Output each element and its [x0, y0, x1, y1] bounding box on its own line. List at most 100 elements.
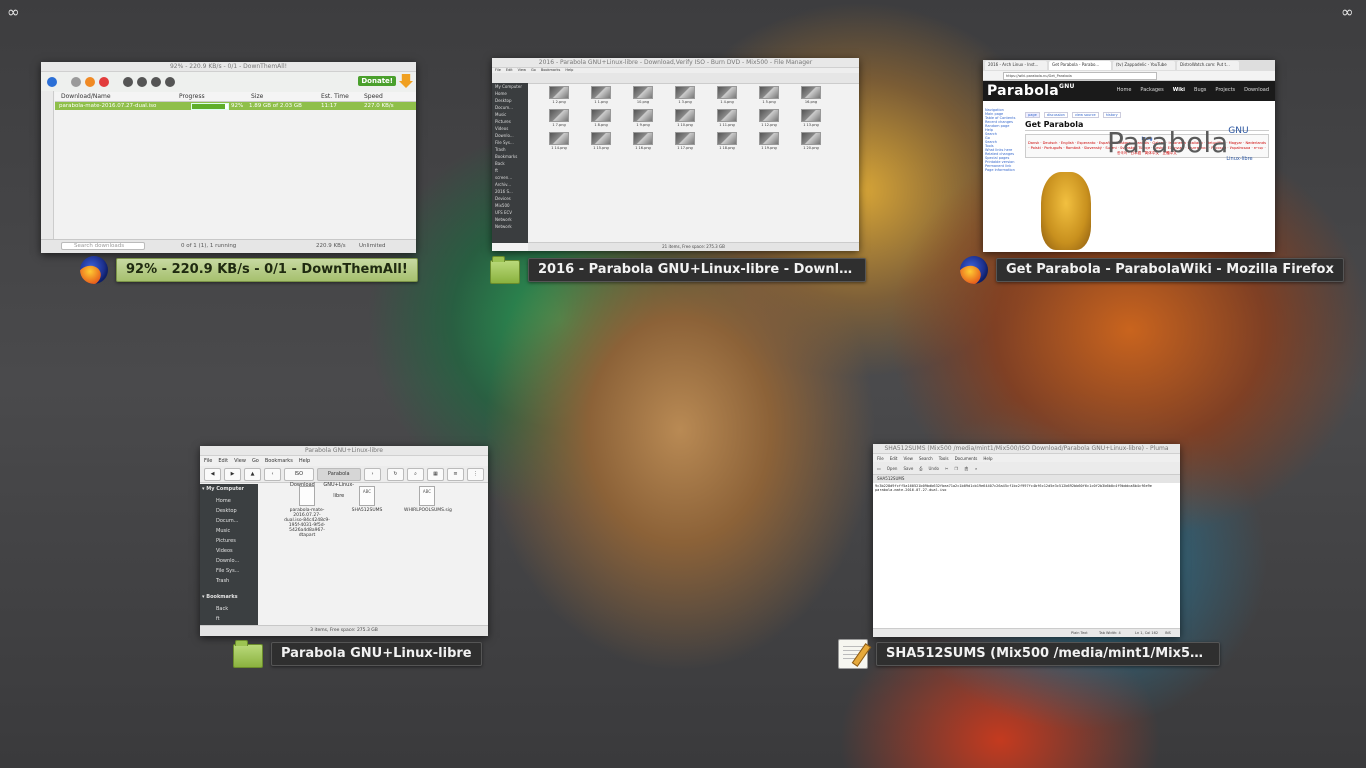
menu-item[interactable]: Edit	[890, 456, 898, 461]
sidebar-item[interactable]: Home	[208, 496, 250, 506]
browser-tab[interactable]: (tv) Zappadelic - YouTube	[1113, 61, 1175, 70]
file-item[interactable]: 1 13.png	[790, 109, 832, 127]
add-download-icon[interactable]	[47, 77, 57, 87]
menu-item[interactable]: Search	[919, 456, 933, 461]
sidebar-item[interactable]: Archiv...	[492, 181, 528, 188]
browser-tab-active[interactable]: Get Parabola - Parabo...	[1049, 61, 1111, 70]
file-item[interactable]: 1 8.png	[580, 109, 622, 127]
path-next-button[interactable]: ›	[364, 467, 381, 481]
menu-help[interactable]: Help	[299, 458, 310, 464]
menu-bookmarks[interactable]: Bookmarks	[265, 458, 293, 464]
file-item[interactable]: 1 10.png	[664, 109, 706, 127]
column-header-size[interactable]: Size	[251, 93, 263, 100]
resume-icon[interactable]	[71, 77, 81, 87]
menu-help[interactable]: Help	[565, 68, 573, 73]
paste-icon[interactable]: 📋︎	[964, 466, 969, 471]
move-top-icon[interactable]	[123, 77, 133, 87]
new-file-icon[interactable]: ▭	[877, 466, 881, 471]
sidebar-item[interactable]: Network	[492, 216, 528, 223]
window-caption-pluma[interactable]: SHA512SUMS (Mix500 /media/mint1/Mix500/I…	[838, 639, 1220, 669]
open-button[interactable]: Open	[887, 466, 898, 471]
reload-button[interactable]: ↻	[387, 467, 404, 481]
parabola-logo[interactable]: ParabolaGNU	[987, 83, 1075, 99]
pause-icon[interactable]	[85, 77, 95, 87]
find-icon[interactable]: ⌕	[975, 466, 977, 471]
undo-button[interactable]: Undo	[929, 466, 939, 471]
sidebar-item[interactable]: Videos	[492, 125, 528, 132]
menu-view[interactable]: View	[234, 458, 246, 464]
menu-item[interactable]: View	[903, 456, 913, 461]
file-item[interactable]: 1 19.png	[748, 132, 790, 150]
copy-icon[interactable]: ❐	[954, 466, 958, 471]
file-item[interactable]: ABC SHA512SUMS	[344, 486, 390, 538]
window-thumb-parabola-wiki[interactable]: 2016 - Arch Linux - Inst... Get Parabola…	[983, 60, 1275, 252]
path-prev-button[interactable]: ‹	[264, 467, 281, 481]
tab-width-selector[interactable]: Tab Width: 4	[1099, 631, 1121, 635]
window-thumb-downthemall[interactable]: 92% - 220.9 KB/s - 0/1 - DownThemAll! Do…	[41, 62, 416, 253]
sidebar-item[interactable]: Network	[492, 223, 528, 230]
sidebar-item[interactable]: Back	[492, 160, 528, 167]
sidebar-item[interactable]: Desktop	[208, 506, 250, 516]
sidebar-item[interactable]: ft	[492, 167, 528, 174]
sidebar-item[interactable]: 2016 S...	[492, 188, 528, 195]
window-thumb-pluma[interactable]: SHA512SUMS (Mix500 /media/mint1/Mix500/I…	[873, 444, 1180, 637]
sidebar-item[interactable]: Videos	[208, 546, 250, 556]
save-button[interactable]: Save	[903, 466, 913, 471]
path-button-iso-download[interactable]: ISO Download	[284, 467, 315, 488]
cancel-icon[interactable]	[99, 77, 109, 87]
menu-item[interactable]: File	[877, 456, 884, 461]
file-item[interactable]: 16.png	[790, 86, 832, 104]
file-item[interactable]: 1 7.png	[538, 109, 580, 127]
sidebar-link[interactable]: Page information	[985, 168, 1021, 172]
download-row[interactable]: parabola-mate-2016.07.27-dual.iso 92% 1.…	[55, 102, 416, 110]
sidebar-item[interactable]: Desktop	[492, 97, 528, 104]
status-limit[interactable]: Unlimited	[359, 243, 386, 249]
file-item[interactable]: 1 1.png	[580, 86, 622, 104]
sidebar-item[interactable]: File Sys...	[492, 139, 528, 146]
nav-projects[interactable]: Projects	[1215, 87, 1235, 93]
sidebar-item[interactable]: Mix500	[492, 202, 528, 209]
nav-wiki[interactable]: Wiki	[1173, 87, 1185, 93]
sidebar-item[interactable]: Devices	[492, 195, 528, 202]
sidebar-item[interactable]: Downlo...	[492, 132, 528, 139]
column-header-progress[interactable]: Progress	[179, 93, 205, 100]
file-item[interactable]: parabola-mate-2016.07.27-dual.iso-84c424…	[284, 486, 330, 538]
browser-tab[interactable]: DistroWatch.com: Put t...	[1177, 61, 1239, 70]
list-view-button[interactable]: ≡	[447, 467, 464, 481]
menu-go[interactable]: Go	[252, 458, 259, 464]
sidebar-item[interactable]: Docum...	[208, 516, 250, 526]
window-thumb-file-manager-2016[interactable]: 2016 - Parabola GNU+Linux-libre - Downlo…	[492, 58, 859, 251]
search-downloads-input[interactable]: Search downloads	[61, 242, 145, 250]
file-item[interactable]: 1 11.png	[706, 109, 748, 127]
file-item[interactable]: 1 16.png	[622, 132, 664, 150]
language-selector[interactable]: Plain Text	[1071, 631, 1088, 635]
top-left-hot-corner-icon[interactable]: ∞	[7, 5, 29, 20]
move-up-icon[interactable]	[137, 77, 147, 87]
menu-item[interactable]: Documents	[955, 456, 978, 461]
bookmark-item[interactable]: ft	[208, 614, 250, 624]
menu-item[interactable]: Help	[983, 456, 992, 461]
browser-tab[interactable]: 2016 - Arch Linux - Inst...	[985, 61, 1047, 70]
sidebar-item[interactable]: File Sys...	[208, 566, 250, 576]
nav-packages[interactable]: Packages	[1140, 87, 1163, 93]
nav-download[interactable]: Download	[1244, 87, 1269, 93]
move-down-icon[interactable]	[151, 77, 161, 87]
menu-edit[interactable]: Edit	[506, 68, 513, 73]
column-header-est-time[interactable]: Est. Time	[321, 93, 349, 100]
path-button-parabola[interactable]: Parabola GNU+Linux-libre	[316, 467, 361, 499]
window-caption-downthemall[interactable]: 92% - 220.9 KB/s - 0/1 - DownThemAll!	[80, 256, 418, 284]
file-item[interactable]: 1 9.png	[622, 109, 664, 127]
document-tab[interactable]: SHA512SUMS	[873, 475, 1180, 483]
file-item[interactable]: 1 3.png	[664, 86, 706, 104]
up-button[interactable]: ▲	[244, 467, 261, 481]
sidebar-item[interactable]: Trash	[492, 146, 528, 153]
sidebar-item[interactable]: Music	[492, 111, 528, 118]
window-caption-file-manager-2016[interactable]: 2016 - Parabola GNU+Linux-libre - Downlo…	[490, 256, 866, 284]
top-right-hot-corner-icon[interactable]: ∞	[1341, 5, 1363, 20]
page-tab[interactable]: view source	[1071, 112, 1099, 118]
file-item[interactable]: 1 5.png	[748, 86, 790, 104]
sidebar-item[interactable]: Home	[492, 90, 528, 97]
sidebar-item[interactable]: Pictures	[492, 118, 528, 125]
menu-edit[interactable]: Edit	[218, 458, 228, 464]
print-icon[interactable]: ⎙	[919, 466, 922, 471]
